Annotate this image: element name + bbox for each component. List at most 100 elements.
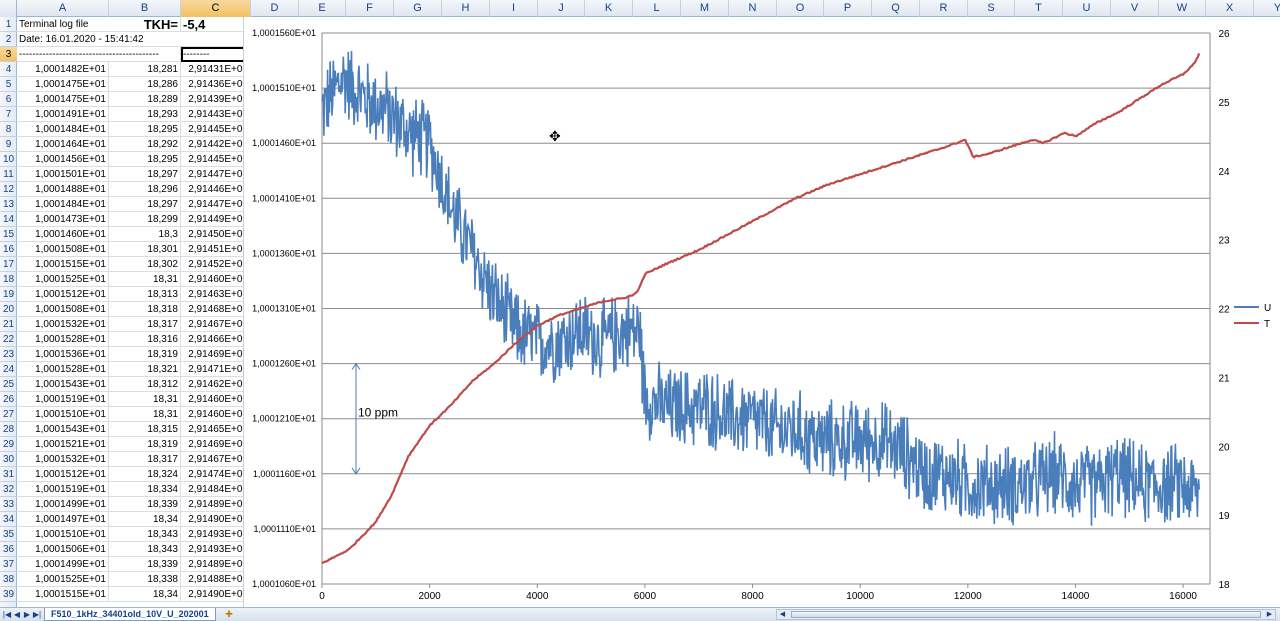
- column-header-i[interactable]: I: [490, 0, 538, 17]
- cell-c23[interactable]: 2,91469E+00: [181, 347, 243, 362]
- cell-b30[interactable]: 18,317: [109, 452, 181, 467]
- cell-a27[interactable]: 1,0001510E+01: [17, 407, 109, 422]
- row-header-9[interactable]: 9: [0, 137, 17, 152]
- cell-b8[interactable]: 18,295: [109, 122, 181, 137]
- cell-b27[interactable]: 18,31: [109, 407, 181, 422]
- scroll-right-icon[interactable]: ▶: [1264, 610, 1275, 619]
- first-sheet-icon[interactable]: |◀: [2, 609, 12, 620]
- column-header-n[interactable]: N: [729, 0, 777, 17]
- row-header-23[interactable]: 23: [0, 347, 17, 362]
- chart-area[interactable]: 1,0001060E+01 1,0001110E+01 1,0001160E+01 1…: [243, 17, 1280, 607]
- row-header-29[interactable]: 29: [0, 437, 17, 452]
- row-header-7[interactable]: 7: [0, 107, 17, 122]
- column-header-l[interactable]: L: [633, 0, 681, 17]
- cell-a28[interactable]: 1,0001543E+01: [17, 422, 109, 437]
- cell-c7[interactable]: 2,91443E+00: [181, 107, 243, 122]
- cell-b32[interactable]: 18,334: [109, 482, 181, 497]
- cell-a18[interactable]: 1,0001525E+01: [17, 272, 109, 287]
- cell-c3[interactable]: --------: [181, 47, 243, 62]
- row-header-10[interactable]: 10: [0, 152, 17, 167]
- cell-a29[interactable]: 1,0001521E+01: [17, 437, 109, 452]
- row-header-22[interactable]: 22: [0, 332, 17, 347]
- prev-sheet-icon[interactable]: ◀: [12, 609, 22, 620]
- cell-b9[interactable]: 18,292: [109, 137, 181, 152]
- row-header-14[interactable]: 14: [0, 212, 17, 227]
- cell-b24[interactable]: 18,321: [109, 362, 181, 377]
- cell-b37[interactable]: 18,339: [109, 557, 181, 572]
- cell-b11[interactable]: 18,297: [109, 167, 181, 182]
- cell-b10[interactable]: 18,295: [109, 152, 181, 167]
- row-header-19[interactable]: 19: [0, 287, 17, 302]
- column-header-b[interactable]: B: [109, 0, 181, 17]
- column-header-t[interactable]: T: [1015, 0, 1063, 17]
- sheet-tab[interactable]: F510_1kHz_34401old_10V_U_202001: [44, 608, 216, 621]
- cell-a22[interactable]: 1,0001528E+01: [17, 332, 109, 347]
- cell-c34[interactable]: 2,91490E+00: [181, 512, 243, 527]
- row-header-8[interactable]: 8: [0, 122, 17, 137]
- cell-a31[interactable]: 1,0001512E+01: [17, 467, 109, 482]
- cell-c21[interactable]: 2,91467E+00: [181, 317, 243, 332]
- cell-a20[interactable]: 1,0001508E+01: [17, 302, 109, 317]
- cell-c5[interactable]: 2,91436E+00: [181, 77, 243, 92]
- cell-c14[interactable]: 2,91449E+00: [181, 212, 243, 227]
- next-sheet-icon[interactable]: ▶: [22, 609, 32, 620]
- row-header-24[interactable]: 24: [0, 362, 17, 377]
- cell-b15[interactable]: 18,3: [109, 227, 181, 242]
- horizontal-scrollbar[interactable]: ◀ ▶: [776, 609, 1276, 620]
- cell-b34[interactable]: 18,34: [109, 512, 181, 527]
- cell-a11[interactable]: 1,0001501E+01: [17, 167, 109, 182]
- row-header-26[interactable]: 26: [0, 392, 17, 407]
- cell-a30[interactable]: 1,0001532E+01: [17, 452, 109, 467]
- row-header-15[interactable]: 15: [0, 227, 17, 242]
- cell-a8[interactable]: 1,0001484E+01: [17, 122, 109, 137]
- cell-b26[interactable]: 18,31: [109, 392, 181, 407]
- row-header-32[interactable]: 32: [0, 482, 17, 497]
- cell-c16[interactable]: 2,91451E+00: [181, 242, 243, 257]
- cell-c6[interactable]: 2,91439E+00: [181, 92, 243, 107]
- line-chart[interactable]: 1,0001060E+01 1,0001110E+01 1,0001160E+01 1…: [244, 17, 1280, 607]
- cell-c30[interactable]: 2,91467E+00: [181, 452, 243, 467]
- cell-b18[interactable]: 18,31: [109, 272, 181, 287]
- row-header-27[interactable]: 27: [0, 407, 17, 422]
- row-header-33[interactable]: 33: [0, 497, 17, 512]
- cell-a39[interactable]: 1,0001515E+01: [17, 587, 109, 602]
- row-header-20[interactable]: 20: [0, 302, 17, 317]
- column-header-j[interactable]: J: [538, 0, 585, 17]
- cell-c39[interactable]: 2,91490E+00: [181, 587, 243, 602]
- insert-sheet-icon[interactable]: ✚: [222, 608, 236, 621]
- cell-b22[interactable]: 18,316: [109, 332, 181, 347]
- cell-b21[interactable]: 18,317: [109, 317, 181, 332]
- cell-b31[interactable]: 18,324: [109, 467, 181, 482]
- cell-b7[interactable]: 18,293: [109, 107, 181, 122]
- cell-c24[interactable]: 2,91471E+00: [181, 362, 243, 377]
- scroll-left-icon[interactable]: ◀: [777, 610, 788, 619]
- cell-a1[interactable]: Terminal log file: [17, 17, 109, 32]
- cell-b3[interactable]: [109, 47, 181, 62]
- cell-c15[interactable]: 2,91450E+00: [181, 227, 243, 242]
- cell-a14[interactable]: 1,0001473E+01: [17, 212, 109, 227]
- select-all-corner[interactable]: [0, 0, 17, 17]
- row-header-2[interactable]: 2: [0, 32, 17, 47]
- cell-a12[interactable]: 1,0001488E+01: [17, 182, 109, 197]
- cell-c25[interactable]: 2,91462E+00: [181, 377, 243, 392]
- cell-c11[interactable]: 2,91447E+00: [181, 167, 243, 182]
- cell-c1[interactable]: -5,4: [181, 17, 243, 32]
- cell-b33[interactable]: 18,339: [109, 497, 181, 512]
- row-header-17[interactable]: 17: [0, 257, 17, 272]
- column-header-o[interactable]: O: [777, 0, 824, 17]
- column-header-u[interactable]: U: [1063, 0, 1111, 17]
- cell-c32[interactable]: 2,91484E+00: [181, 482, 243, 497]
- row-header-30[interactable]: 30: [0, 452, 17, 467]
- cell-c9[interactable]: 2,91442E+00: [181, 137, 243, 152]
- cell-a16[interactable]: 1,0001508E+01: [17, 242, 109, 257]
- cell-c17[interactable]: 2,91452E+00: [181, 257, 243, 272]
- cell-a17[interactable]: 1,0001515E+01: [17, 257, 109, 272]
- cell-b12[interactable]: 18,296: [109, 182, 181, 197]
- cell-a13[interactable]: 1,0001484E+01: [17, 197, 109, 212]
- cell-b6[interactable]: 18,289: [109, 92, 181, 107]
- cell-b28[interactable]: 18,315: [109, 422, 181, 437]
- cell-a23[interactable]: 1,0001536E+01: [17, 347, 109, 362]
- cell-c22[interactable]: 2,91466E+00: [181, 332, 243, 347]
- column-header-s[interactable]: S: [968, 0, 1015, 17]
- row-header-11[interactable]: 11: [0, 167, 17, 182]
